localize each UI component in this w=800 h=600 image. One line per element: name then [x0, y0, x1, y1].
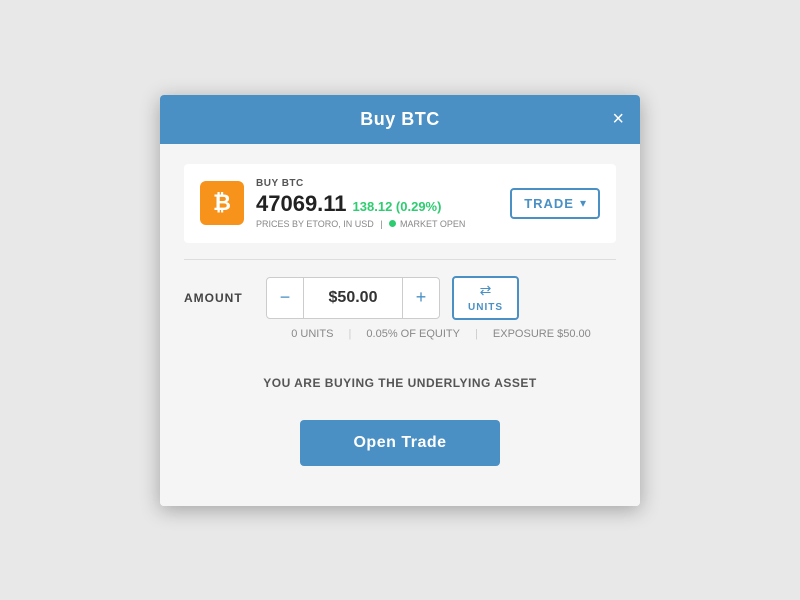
units-toggle-button[interactable]: ⇄ UNITS	[452, 276, 519, 320]
market-open-dot	[389, 220, 396, 227]
trade-dropdown-label: TRADE	[524, 196, 574, 211]
asset-meta: PRICES BY ETORO, IN USD | MARKET OPEN	[256, 219, 465, 229]
asset-change: 138.12 (0.29%)	[353, 199, 442, 214]
separator-1: |	[348, 328, 351, 340]
modal-title: Buy BTC	[360, 109, 440, 130]
swap-icon: ⇄	[480, 282, 492, 299]
amount-label: AMOUNT	[184, 291, 254, 305]
asset-buy-label: BUY BTC	[256, 178, 465, 189]
decrease-button[interactable]: −	[267, 278, 303, 318]
modal-body: ₿ BUY BTC 47069.11 138.12 (0.29%) PRICES…	[160, 144, 640, 506]
asset-info: BUY BTC 47069.11 138.12 (0.29%) PRICES B…	[256, 178, 465, 229]
underlying-message: YOU ARE BUYING THE UNDERLYING ASSET	[184, 356, 616, 420]
amount-meta: 0 UNITS | 0.05% OF EQUITY | EXPOSURE $50…	[184, 328, 616, 340]
asset-provider: PRICES BY ETORO, IN USD	[256, 219, 374, 229]
separator-2: |	[475, 328, 478, 340]
amount-row: AMOUNT − + ⇄ UNITS	[184, 276, 616, 320]
chevron-down-icon: ▾	[580, 196, 586, 210]
increase-button[interactable]: +	[403, 278, 439, 318]
asset-left: ₿ BUY BTC 47069.11 138.12 (0.29%) PRICES…	[200, 178, 465, 229]
asset-price-row: 47069.11 138.12 (0.29%)	[256, 191, 465, 217]
close-button[interactable]: ×	[612, 109, 624, 129]
amount-controls: − +	[266, 277, 440, 319]
asset-info-row: ₿ BUY BTC 47069.11 138.12 (0.29%) PRICES…	[184, 164, 616, 243]
exposure-value: EXPOSURE $50.00	[493, 328, 591, 340]
modal-header: Buy BTC ×	[160, 95, 640, 144]
amount-input[interactable]	[303, 278, 403, 318]
divider	[184, 259, 616, 260]
buy-btc-modal: Buy BTC × ₿ BUY BTC 47069.11 138.12 (0.2…	[160, 95, 640, 506]
asset-price-value: 47069.11	[256, 191, 347, 217]
open-trade-button[interactable]: Open Trade	[300, 420, 500, 466]
market-status: MARKET OPEN	[400, 219, 465, 229]
units-value: 0 UNITS	[291, 328, 333, 340]
trade-dropdown[interactable]: TRADE ▾	[510, 188, 600, 219]
equity-value: 0.05% OF EQUITY	[366, 328, 460, 340]
units-label: UNITS	[468, 302, 503, 313]
btc-icon: ₿	[200, 181, 244, 225]
